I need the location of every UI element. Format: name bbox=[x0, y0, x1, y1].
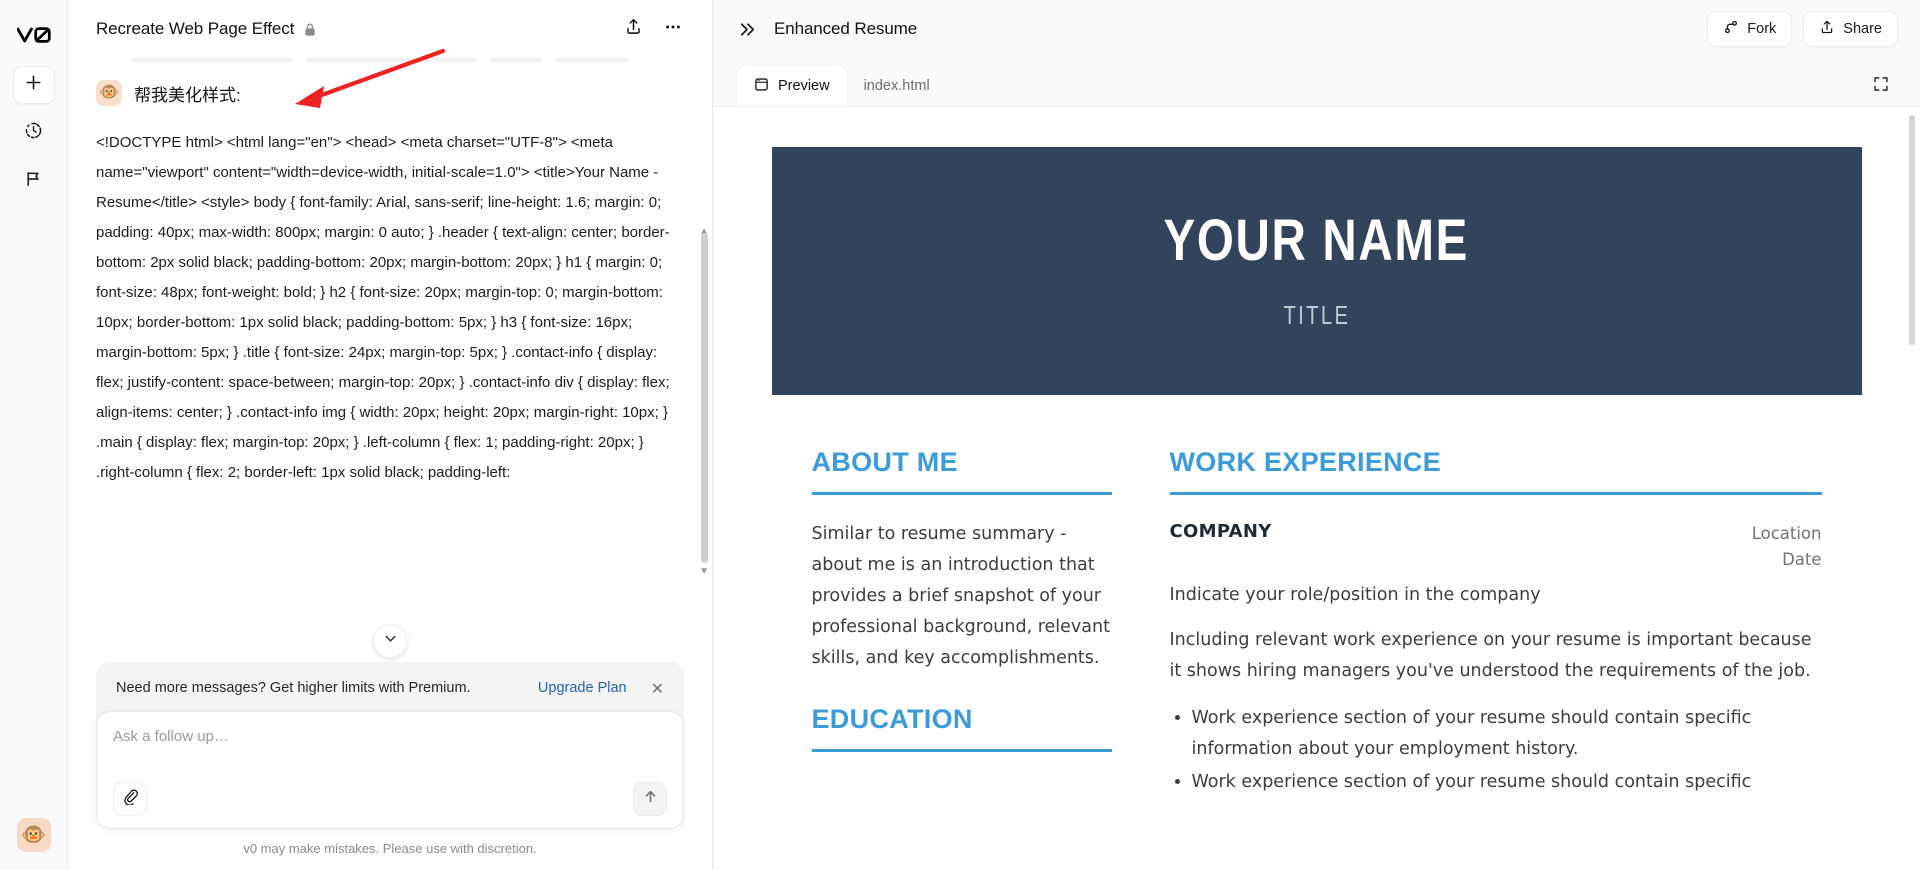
user-message-text: 帮我美化样式: bbox=[134, 85, 241, 105]
work-experience-section: WORK EXPERIENCE COMPANY Location Date In… bbox=[1169, 447, 1822, 798]
chevrons-right-icon[interactable] bbox=[737, 19, 758, 40]
chat-header: Recreate Web Page Effect bbox=[68, 0, 712, 58]
fullscreen-button[interactable] bbox=[1864, 69, 1898, 103]
resume-document: YOUR NAME TITLE ABOUT ME Similar to resu… bbox=[771, 147, 1862, 800]
share-button[interactable] bbox=[616, 12, 650, 46]
experience-description: Including relevant work experience on yo… bbox=[1169, 630, 1812, 681]
close-icon[interactable]: ✕ bbox=[651, 679, 664, 699]
preview-title: Enhanced Resume bbox=[774, 19, 918, 38]
feedback-button[interactable] bbox=[13, 162, 55, 200]
resume-hero: YOUR NAME TITLE bbox=[771, 147, 1862, 395]
composer-area: Need more messages? Get higher limits wi… bbox=[68, 662, 712, 870]
about-me-heading: ABOUT ME bbox=[811, 447, 958, 477]
attach-file-button[interactable] bbox=[113, 782, 147, 816]
education-section: EDUCATION bbox=[811, 704, 1112, 752]
list-item: Work experience section of your resume s… bbox=[1192, 767, 1822, 798]
education-heading: EDUCATION bbox=[811, 704, 973, 734]
resume-left-column: ABOUT ME Similar to resume summary - abo… bbox=[811, 447, 1112, 800]
resume-scroll-area[interactable]: YOUR NAME TITLE ABOUT ME Similar to resu… bbox=[713, 107, 1920, 870]
more-horizontal-icon bbox=[663, 17, 683, 42]
git-fork-icon bbox=[1723, 19, 1739, 39]
v0-logo-icon[interactable] bbox=[14, 18, 54, 52]
app-root: 🐵 Recreate Web Page Effect 🐵 帮我美化样式: <!D… bbox=[0, 0, 1920, 870]
experience-role: Indicate your role/position in the compa… bbox=[1169, 585, 1541, 605]
chat-scrollbar[interactable] bbox=[701, 233, 708, 563]
preview-viewport: YOUR NAME TITLE ABOUT ME Similar to resu… bbox=[713, 106, 1920, 870]
avatar-emoji: 🐵 bbox=[21, 824, 46, 846]
preview-header: Enhanced Resume Fork Share bbox=[713, 0, 1920, 58]
avatar-emoji: 🐵 bbox=[99, 84, 119, 101]
composer bbox=[96, 711, 684, 829]
preview-vertical-scrollbar[interactable] bbox=[1909, 115, 1915, 345]
user-avatar[interactable]: 🐵 bbox=[16, 818, 51, 852]
share-button-label: Share bbox=[1843, 21, 1882, 37]
tab-preview[interactable]: Preview bbox=[737, 66, 847, 106]
resume-name: YOUR NAME bbox=[1163, 207, 1470, 273]
arrow-up-icon bbox=[642, 788, 659, 810]
send-message-button[interactable] bbox=[633, 782, 667, 816]
tab-index-html-label: index.html bbox=[863, 78, 930, 94]
experience-entry-header: COMPANY Location Date bbox=[1170, 521, 1822, 573]
resume-columns: ABOUT ME Similar to resume summary - abo… bbox=[772, 395, 1862, 800]
paperclip-icon bbox=[122, 788, 139, 810]
chevron-down-icon bbox=[382, 630, 399, 652]
preview-share-button[interactable]: Share bbox=[1803, 11, 1898, 47]
upgrade-plan-link[interactable]: Upgrade Plan bbox=[538, 680, 627, 696]
browser-window-icon bbox=[754, 77, 769, 96]
composer-toolbar bbox=[113, 782, 667, 816]
chat-title: Recreate Web Page Effect bbox=[96, 19, 295, 38]
experience-date: Date bbox=[1782, 550, 1822, 569]
left-rail: 🐵 bbox=[0, 0, 68, 870]
list-item: Work experience section of your resume s… bbox=[1192, 703, 1822, 765]
disclaimer-text: v0 may make mistakes. Please use with di… bbox=[243, 841, 537, 856]
lock-icon bbox=[303, 22, 317, 37]
user-message-code: <!DOCTYPE html> <html lang="en"> <head> … bbox=[96, 134, 670, 481]
flag-icon bbox=[24, 169, 43, 193]
about-me-section: ABOUT ME Similar to resume summary - abo… bbox=[811, 447, 1112, 674]
share-icon bbox=[1819, 19, 1835, 39]
chat-scroll-area[interactable]: 🐵 帮我美化样式: <!DOCTYPE html> <html lang="en… bbox=[68, 58, 712, 662]
resume-title: TITLE bbox=[1283, 299, 1350, 330]
work-experience-heading: WORK EXPERIENCE bbox=[1169, 447, 1442, 477]
experience-location: Location bbox=[1751, 524, 1822, 543]
tab-preview-label: Preview bbox=[778, 78, 830, 94]
maximize-icon bbox=[1872, 75, 1890, 98]
section-divider bbox=[811, 492, 1112, 495]
fork-button-label: Fork bbox=[1747, 21, 1777, 37]
clock-history-icon bbox=[24, 121, 43, 145]
user-message-header: 🐵 帮我美化样式: bbox=[96, 80, 684, 106]
preview-panel: Enhanced Resume Fork Share Preview index… bbox=[713, 0, 1920, 870]
experience-meta: Location Date bbox=[1752, 521, 1822, 573]
follow-up-input[interactable] bbox=[113, 728, 667, 782]
share-icon bbox=[624, 17, 643, 41]
about-me-body: Similar to resume summary - about me is … bbox=[811, 524, 1110, 668]
section-divider bbox=[1169, 492, 1822, 495]
plus-icon bbox=[24, 73, 43, 97]
experience-bullet-list: Work experience section of your resume s… bbox=[1170, 703, 1822, 798]
new-chat-button[interactable] bbox=[12, 66, 55, 104]
section-divider bbox=[811, 749, 1112, 752]
more-options-button[interactable] bbox=[656, 12, 690, 46]
experience-company: COMPANY bbox=[1169, 521, 1272, 542]
upgrade-banner-text: Need more messages? Get higher limits wi… bbox=[116, 680, 471, 696]
resume-right-column: WORK EXPERIENCE COMPANY Location Date In… bbox=[1169, 447, 1822, 800]
message-skeleton bbox=[96, 58, 684, 62]
history-button[interactable] bbox=[13, 114, 55, 152]
message-avatar: 🐵 bbox=[96, 80, 122, 106]
preview-tabbar: Preview index.html bbox=[713, 58, 1920, 106]
scroll-to-bottom-button[interactable] bbox=[373, 624, 407, 658]
scroll-down-arrow-icon[interactable]: ▼ bbox=[699, 566, 709, 577]
tab-index-html[interactable]: index.html bbox=[847, 66, 947, 106]
fork-button[interactable]: Fork bbox=[1707, 11, 1793, 47]
chat-panel: Recreate Web Page Effect 🐵 帮我美化样式: <!DOC… bbox=[68, 0, 713, 870]
